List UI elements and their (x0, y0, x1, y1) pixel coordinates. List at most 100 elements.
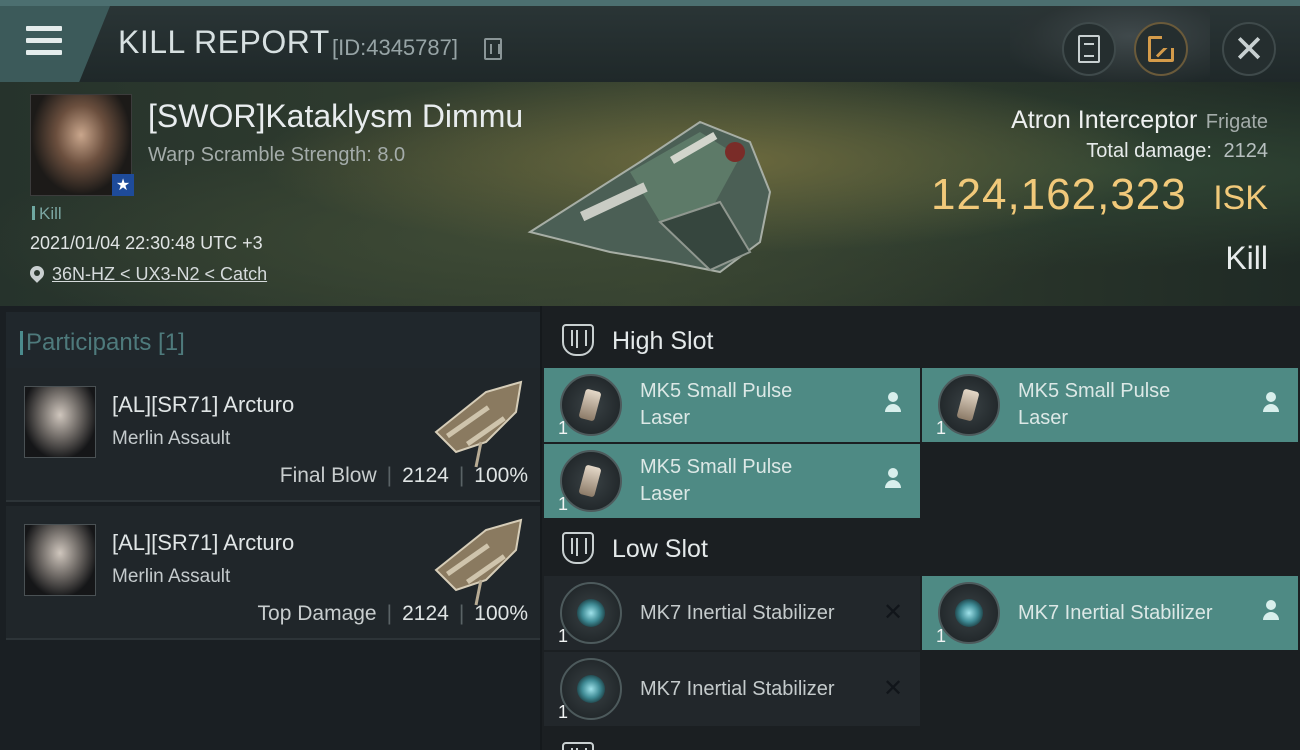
participants-label: Participants [1] (20, 329, 185, 356)
location-text[interactable]: 36N-HZ < UX3-N2 < Catch (52, 264, 267, 285)
participant-avatar[interactable] (24, 524, 96, 596)
dropped-icon (882, 468, 904, 492)
inertial-stabilizer-icon (560, 582, 622, 644)
low-slot-icon (562, 532, 594, 564)
high-slot-header: High Slot (542, 312, 1300, 368)
pulse-laser-icon (938, 374, 1000, 436)
dropped-icon (882, 392, 904, 416)
total-damage: Total damage: 2124 (1086, 140, 1268, 163)
module-name: MK5 Small Pulse Laser (1018, 378, 1248, 432)
victim-header: ★ [SWOR]Kataklysm Dimmu Warp Scramble St… (0, 82, 1300, 306)
module-name: MK5 Small Pulse Laser (640, 454, 870, 508)
module-quantity: 1 (558, 494, 569, 514)
inertial-stabilizer-icon (560, 658, 622, 720)
module-name-line: MK5 Small Pulse (1018, 380, 1171, 402)
destroyed-icon: ✕ (882, 598, 904, 626)
ship-class: Frigate (1205, 111, 1268, 133)
stat-divider: | (386, 602, 393, 625)
victim-ship-image[interactable] (520, 102, 780, 282)
low-slot-header: Low Slot (542, 520, 1300, 576)
menu-button[interactable] (0, 6, 110, 82)
total-damage-value: 2124 (1223, 140, 1269, 162)
pulse-laser-icon (560, 374, 622, 436)
module-name-line: MK5 Small Pulse (640, 380, 793, 402)
module-quantity: 1 (558, 702, 569, 722)
dropped-icon (1260, 600, 1282, 624)
page-title: KILL REPORT (118, 24, 330, 60)
title-bar: KILL REPORT [ID:4345787] ✕ (0, 0, 1300, 82)
participant-stats: Final Blow | 2124 | 100% (280, 464, 528, 488)
participant-role: Top Damage (257, 602, 377, 625)
next-slot-header (542, 730, 1300, 750)
outcome-label: Kill (1225, 240, 1268, 276)
close-icon: ✕ (1233, 27, 1265, 71)
participant-ship-image (434, 518, 523, 606)
fitting-panel: High Slot 1 MK5 Small Pulse Laser 1 MK5 … (542, 306, 1300, 750)
inertial-stabilizer-icon (938, 582, 1000, 644)
star-icon: ★ (112, 174, 134, 196)
total-damage-label: Total damage: (1086, 140, 1212, 162)
participants-header[interactable]: Participants [1] (6, 312, 540, 370)
isk-unit: ISK (1213, 179, 1268, 217)
participant-ship: Merlin Assault (112, 428, 231, 449)
module-item[interactable]: 1 MK5 Small Pulse Laser (544, 368, 920, 442)
stat-divider: | (386, 464, 393, 487)
module-quantity: 1 (936, 626, 947, 646)
module-item[interactable]: 1 MK7 Inertial Stabilizer ✕ (544, 576, 920, 650)
participant-row[interactable]: [AL][SR71] Arcturo Merlin Assault Top Da… (6, 506, 540, 640)
participant-name: [AL][SR71] Arcturo (112, 530, 295, 555)
stat-divider: | (458, 602, 465, 625)
module-quantity: 1 (936, 418, 947, 438)
module-name: MK7 Inertial Stabilizer (640, 678, 835, 700)
location-link[interactable]: 36N-HZ < UX3-N2 < Catch (30, 264, 267, 285)
module-name: MK5 Small Pulse Laser (640, 378, 870, 432)
module-name-line: MK5 Small Pulse (640, 456, 793, 478)
isk-amount: 124,162,323 (931, 170, 1187, 219)
share-icon (1148, 36, 1174, 62)
participant-stats: Top Damage | 2124 | 100% (258, 602, 528, 626)
warp-scramble-stat: Warp Scramble Strength: 8.0 (148, 144, 406, 166)
ship-name[interactable]: Atron Interceptor (1011, 106, 1197, 134)
participant-role: Final Blow (279, 464, 377, 487)
close-button[interactable]: ✕ (1222, 22, 1276, 76)
module-name-line: Laser (640, 483, 691, 505)
isk-value: 124,162,323 ISK (931, 170, 1268, 220)
participant-damage: 2124 (402, 464, 449, 487)
module-quantity: 1 (558, 418, 569, 438)
participant-percent: 100% (474, 602, 528, 625)
destroyed-icon: ✕ (882, 674, 904, 702)
victim-name: [SWOR]Kataklysm Dimmu (148, 98, 524, 134)
kill-datetime: 2021/01/04 22:30:48 UTC +3 (30, 233, 263, 253)
clipboard-icon (1078, 35, 1100, 63)
participant-row[interactable]: [AL][SR71] Arcturo Merlin Assault Final … (6, 368, 540, 502)
module-item[interactable]: 1 MK7 Inertial Stabilizer ✕ (544, 652, 920, 726)
module-name: MK7 Inertial Stabilizer (1018, 602, 1213, 624)
low-slot-title: Low Slot (612, 535, 708, 563)
stat-divider: | (458, 464, 465, 487)
share-button[interactable] (1134, 22, 1188, 76)
participant-damage: 2124 (402, 602, 449, 625)
kill-tag: Kill (32, 204, 62, 224)
module-item[interactable]: 1 MK5 Small Pulse Laser (922, 368, 1298, 442)
module-name: MK7 Inertial Stabilizer (640, 602, 835, 624)
pulse-laser-icon (560, 450, 622, 512)
module-quantity: 1 (558, 626, 569, 646)
participant-percent: 100% (474, 464, 528, 487)
notes-button[interactable] (1062, 22, 1116, 76)
dropped-icon (1260, 392, 1282, 416)
hamburger-icon[interactable] (26, 26, 62, 56)
module-item[interactable]: 1 MK5 Small Pulse Laser (544, 444, 920, 518)
high-slot-title: High Slot (612, 327, 714, 355)
participant-ship: Merlin Assault (112, 566, 231, 587)
copy-icon[interactable] (484, 38, 502, 60)
module-name-line: Laser (1018, 407, 1069, 429)
victim-ship-type: Atron Interceptor Frigate (1011, 106, 1268, 135)
module-name-line: Laser (640, 407, 691, 429)
participant-ship-image (434, 380, 523, 468)
module-item[interactable]: 1 MK7 Inertial Stabilizer (922, 576, 1298, 650)
participant-avatar[interactable] (24, 386, 96, 458)
participants-panel: Participants [1] [AL][SR71] Arcturo Merl… (0, 306, 540, 750)
participant-name: [AL][SR71] Arcturo (112, 392, 295, 417)
map-pin-icon (30, 266, 44, 284)
slot-icon (562, 742, 594, 750)
